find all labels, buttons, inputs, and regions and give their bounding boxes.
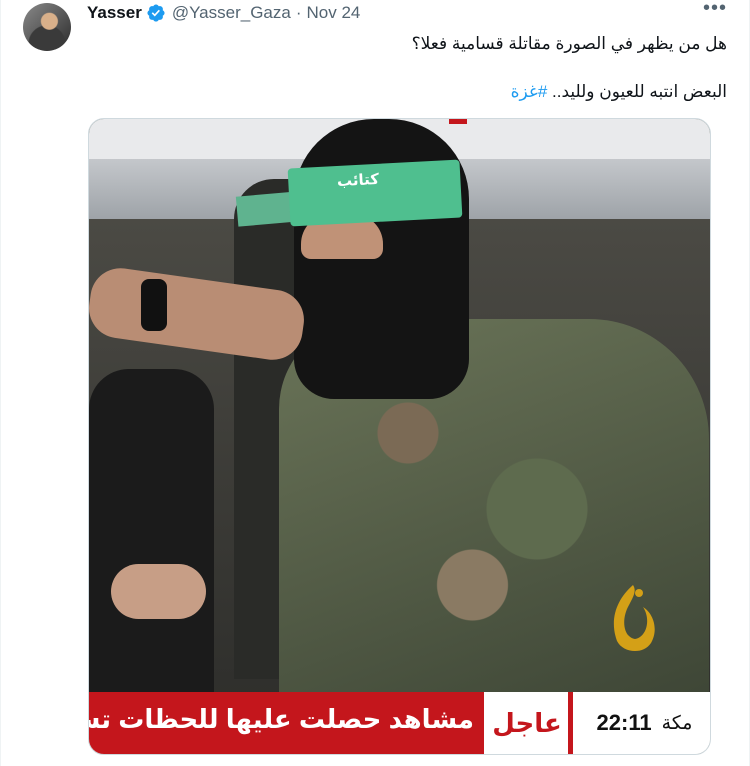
ticker-headline: مشاهد حصلت عليها للحظات تس xyxy=(88,704,474,734)
media-top-marker xyxy=(449,119,467,124)
tweet-header: Yasser @Yasser_Gaza · Nov 24 xyxy=(87,2,360,24)
headband-text: كتائب xyxy=(336,170,380,191)
hashtag-link[interactable]: #غزة xyxy=(511,82,548,101)
author-name[interactable]: Yasser xyxy=(87,3,142,23)
ticker-clock: 22:11 مكة xyxy=(577,692,710,754)
breaking-label: عاجل xyxy=(486,692,568,754)
aljazeera-logo-icon xyxy=(613,585,655,652)
tweet-date[interactable]: Nov 24 xyxy=(307,3,361,23)
pointing-hand xyxy=(111,564,206,619)
avatar[interactable] xyxy=(23,3,71,51)
ticker-city: مكة xyxy=(661,712,693,734)
news-ticker: مشاهد حصلت عليها للحظات تس عاجل 22:11 مك… xyxy=(89,692,710,754)
foreground-person xyxy=(89,369,214,699)
tweet-media-image[interactable]: كتائب مشاهد حصلت عليها للحظات تس عاجل 22… xyxy=(88,118,711,755)
ticker-headline-bar: مشاهد حصلت عليها للحظات تس xyxy=(89,692,484,754)
more-horizontal-icon[interactable]: ••• xyxy=(703,0,727,22)
wristwatch xyxy=(141,279,167,331)
separator-dot: · xyxy=(295,3,302,22)
tweet-text-line-2: البعض انتبه للعيون ولليد.. #غزة xyxy=(511,82,727,102)
verified-badge-icon xyxy=(147,4,165,22)
ticker-divider xyxy=(568,692,573,754)
tweet-text-line-1: هل من يظهر في الصورة مقاتلة قسامية فعلا؟ xyxy=(411,34,727,53)
author-handle[interactable]: @Yasser_Gaza xyxy=(172,3,291,23)
ticker-time: 22:11 xyxy=(596,710,652,735)
tweet-text-body: البعض انتبه للعيون ولليد.. xyxy=(547,82,727,101)
tweet: Yasser @Yasser_Gaza · Nov 24 ••• هل من ي… xyxy=(0,0,750,766)
